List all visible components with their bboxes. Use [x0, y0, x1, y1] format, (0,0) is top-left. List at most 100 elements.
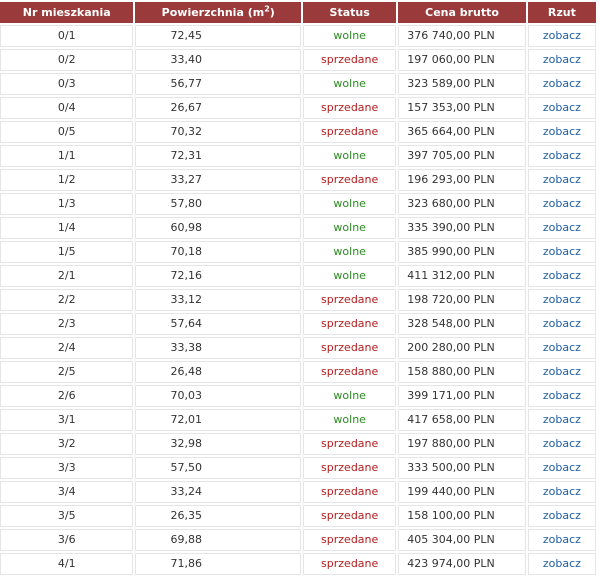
view-plan-link[interactable]: zobacz — [543, 77, 581, 90]
view-plan-link[interactable]: zobacz — [543, 197, 581, 210]
status-cell: sprzedane — [303, 529, 397, 551]
plan-cell: zobacz — [527, 289, 596, 311]
table-row: 0/4 26,67 sprzedane 157 353,00 PLN zobac… — [0, 97, 596, 119]
status-cell: sprzedane — [303, 361, 397, 383]
view-plan-link[interactable]: zobacz — [543, 125, 581, 138]
view-plan-link[interactable]: zobacz — [543, 53, 581, 66]
status-cell: sprzedane — [303, 97, 397, 119]
view-plan-link[interactable]: zobacz — [543, 269, 581, 282]
plan-cell: zobacz — [527, 433, 596, 455]
plan-cell: zobacz — [527, 193, 596, 215]
view-plan-link[interactable]: zobacz — [543, 509, 581, 522]
price-cell: 198 720,00 PLN — [398, 289, 526, 311]
status-cell: sprzedane — [303, 481, 397, 503]
plan-cell: zobacz — [527, 337, 596, 359]
apartment-number-cell: 3/6 — [0, 529, 134, 551]
apartment-number-cell: 2/3 — [0, 313, 134, 335]
plan-cell: zobacz — [527, 241, 596, 263]
area-cell: 57,64 — [135, 313, 302, 335]
price-cell: 333 500,00 PLN — [398, 457, 526, 479]
apartment-number-cell: 3/4 — [0, 481, 134, 503]
status-cell: sprzedane — [303, 289, 397, 311]
price-cell: 196 293,00 PLN — [398, 169, 526, 191]
header-plan[interactable]: Rzut — [527, 2, 596, 23]
area-cell: 56,77 — [135, 73, 302, 95]
view-plan-link[interactable]: zobacz — [543, 29, 581, 42]
area-cell: 33,12 — [135, 289, 302, 311]
view-plan-link[interactable]: zobacz — [543, 149, 581, 162]
apartment-number-cell: 3/3 — [0, 457, 134, 479]
area-cell: 33,40 — [135, 49, 302, 71]
header-area[interactable]: Powierzchnia (m2) — [135, 2, 302, 23]
plan-cell: zobacz — [527, 505, 596, 527]
status-cell: wolne — [303, 241, 397, 263]
apartment-number-cell: 1/4 — [0, 217, 134, 239]
plan-cell: zobacz — [527, 169, 596, 191]
area-cell: 26,48 — [135, 361, 302, 383]
apartment-number-cell: 3/5 — [0, 505, 134, 527]
plan-cell: zobacz — [527, 457, 596, 479]
plan-cell: zobacz — [527, 49, 596, 71]
price-cell: 157 353,00 PLN — [398, 97, 526, 119]
area-cell: 26,35 — [135, 505, 302, 527]
view-plan-link[interactable]: zobacz — [543, 245, 581, 258]
table-row: 2/1 72,16 wolne 411 312,00 PLN zobacz — [0, 265, 596, 287]
area-cell: 70,32 — [135, 121, 302, 143]
view-plan-link[interactable]: zobacz — [543, 221, 581, 234]
table-row: 1/2 33,27 sprzedane 196 293,00 PLN zobac… — [0, 169, 596, 191]
price-cell: 158 100,00 PLN — [398, 505, 526, 527]
apartment-number-cell: 1/5 — [0, 241, 134, 263]
status-cell: sprzedane — [303, 169, 397, 191]
status-cell: wolne — [303, 193, 397, 215]
price-cell: 417 658,00 PLN — [398, 409, 526, 431]
status-cell: wolne — [303, 265, 397, 287]
table-header: Nr mieszkania Powierzchnia (m2) Status C… — [0, 2, 596, 23]
status-cell: sprzedane — [303, 553, 397, 575]
header-apartment-number[interactable]: Nr mieszkania — [0, 2, 134, 23]
price-cell: 365 664,00 PLN — [398, 121, 526, 143]
status-cell: wolne — [303, 217, 397, 239]
header-area-label: Powierzchnia (m — [161, 6, 265, 19]
view-plan-link[interactable]: zobacz — [543, 293, 581, 306]
apartments-table: Nr mieszkania Powierzchnia (m2) Status C… — [0, 0, 598, 577]
plan-cell: zobacz — [527, 529, 596, 551]
plan-cell: zobacz — [527, 97, 596, 119]
view-plan-link[interactable]: zobacz — [543, 533, 581, 546]
view-plan-link[interactable]: zobacz — [543, 413, 581, 426]
status-cell: sprzedane — [303, 313, 397, 335]
area-cell: 26,67 — [135, 97, 302, 119]
status-cell: wolne — [303, 73, 397, 95]
area-cell: 33,27 — [135, 169, 302, 191]
view-plan-link[interactable]: zobacz — [543, 365, 581, 378]
area-cell: 33,24 — [135, 481, 302, 503]
view-plan-link[interactable]: zobacz — [543, 101, 581, 114]
price-cell: 200 280,00 PLN — [398, 337, 526, 359]
view-plan-link[interactable]: zobacz — [543, 341, 581, 354]
status-cell: wolne — [303, 385, 397, 407]
view-plan-link[interactable]: zobacz — [543, 485, 581, 498]
price-cell: 199 440,00 PLN — [398, 481, 526, 503]
view-plan-link[interactable]: zobacz — [543, 557, 581, 570]
apartment-number-cell: 2/2 — [0, 289, 134, 311]
view-plan-link[interactable]: zobacz — [543, 437, 581, 450]
table-row: 1/3 57,80 wolne 323 680,00 PLN zobacz — [0, 193, 596, 215]
apartment-number-cell: 0/1 — [0, 25, 134, 47]
view-plan-link[interactable]: zobacz — [543, 317, 581, 330]
price-cell: 397 705,00 PLN — [398, 145, 526, 167]
apartment-number-cell: 0/3 — [0, 73, 134, 95]
area-cell: 57,80 — [135, 193, 302, 215]
header-price[interactable]: Cena brutto — [398, 2, 526, 23]
header-status[interactable]: Status — [303, 2, 397, 23]
view-plan-link[interactable]: zobacz — [543, 173, 581, 186]
plan-cell: zobacz — [527, 409, 596, 431]
price-cell: 323 589,00 PLN — [398, 73, 526, 95]
plan-cell: zobacz — [527, 121, 596, 143]
status-cell: sprzedane — [303, 457, 397, 479]
view-plan-link[interactable]: zobacz — [543, 461, 581, 474]
header-row: Nr mieszkania Powierzchnia (m2) Status C… — [0, 2, 596, 23]
area-cell: 32,98 — [135, 433, 302, 455]
view-plan-link[interactable]: zobacz — [543, 389, 581, 402]
plan-cell: zobacz — [527, 25, 596, 47]
apartment-number-cell: 1/2 — [0, 169, 134, 191]
table-row: 2/2 33,12 sprzedane 198 720,00 PLN zobac… — [0, 289, 596, 311]
